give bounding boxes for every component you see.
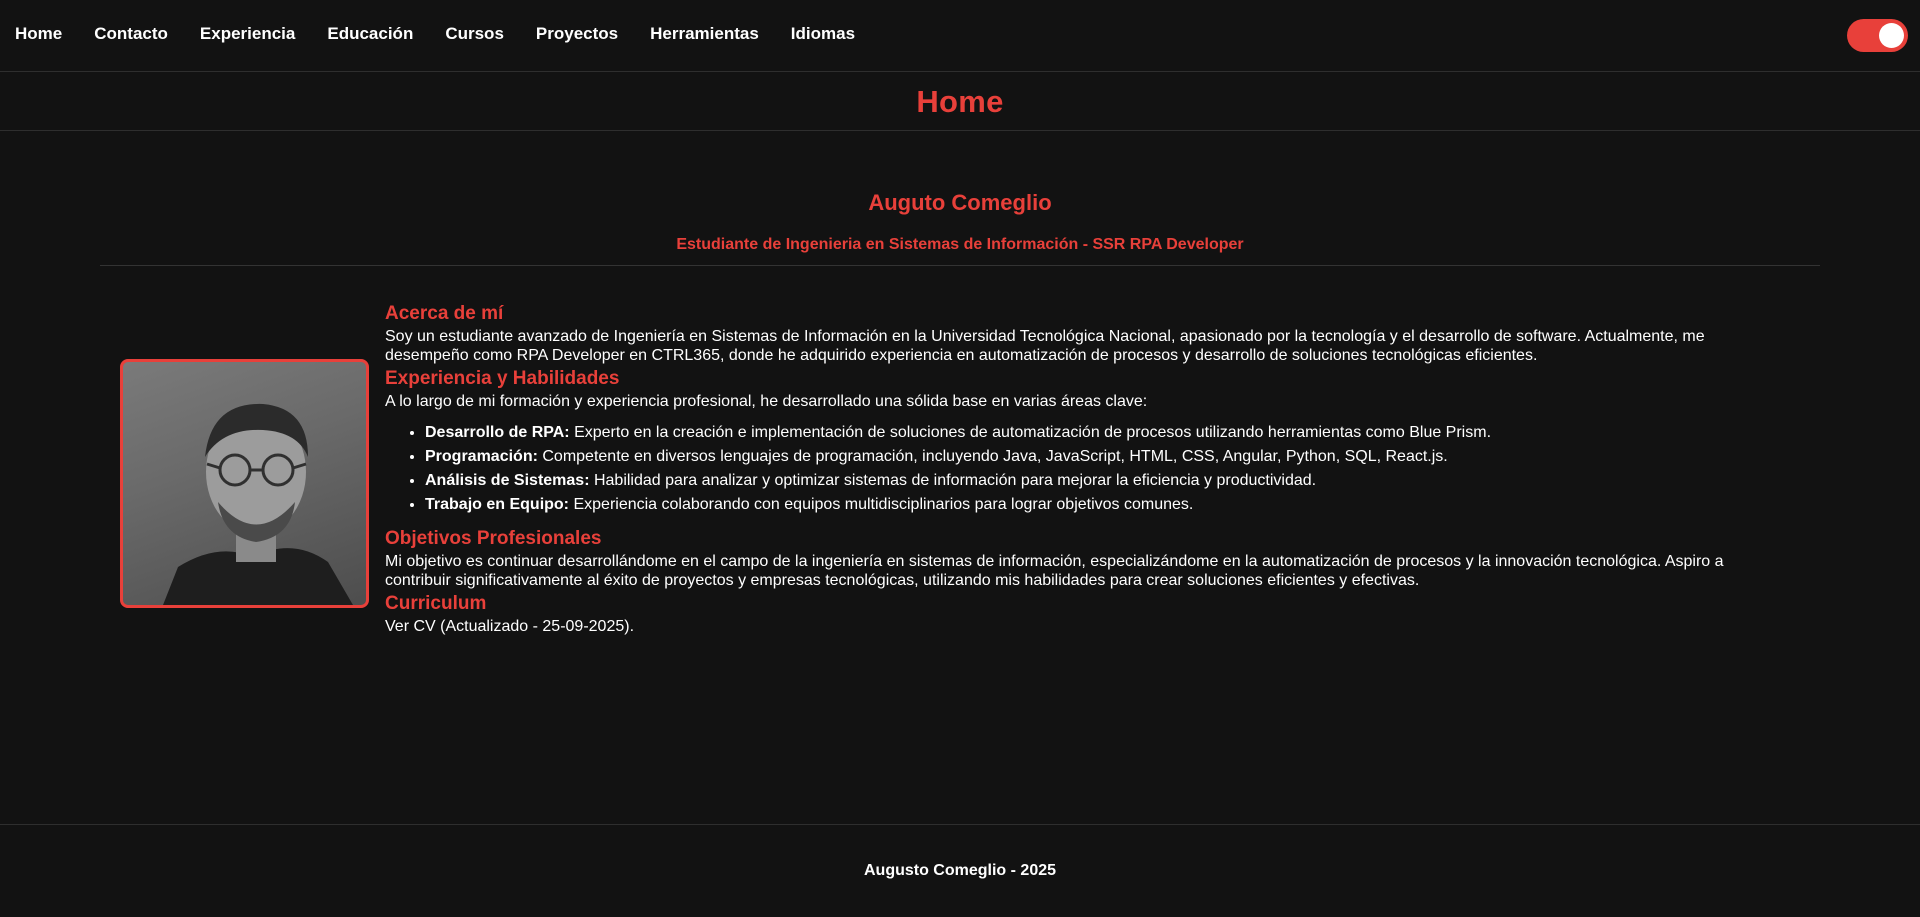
list-item: Desarrollo de RPA: Experto en la creació… <box>425 421 1755 445</box>
profile-photo-illustration <box>163 403 353 605</box>
page-header: Home <box>0 72 1920 131</box>
nav-link-cursos[interactable]: Cursos <box>445 24 504 44</box>
nav-link-educacion[interactable]: Educación <box>327 24 413 44</box>
skill-label: Programación: <box>425 448 538 465</box>
theme-toggle[interactable] <box>1847 19 1908 52</box>
nav-link-proyectos[interactable]: Proyectos <box>536 24 618 44</box>
goals-heading: Objetivos Profesionales <box>385 528 602 549</box>
page-title: Home <box>916 84 1004 119</box>
top-navigation: Home Contacto Experiencia Educación Curs… <box>0 0 1920 72</box>
toggle-knob <box>1879 23 1904 48</box>
profile-name: Auguto Comeglio <box>868 190 1052 215</box>
skill-text: Experto en la creación e implementación … <box>574 424 1492 441</box>
list-item: Programación: Competente en diversos len… <box>425 445 1755 469</box>
skill-text: Competente en diversos lenguajes de prog… <box>542 448 1448 465</box>
main-content: Acerca de mí Soy un estudiante avanzado … <box>385 300 1755 636</box>
skills-list: Desarrollo de RPA: Experto en la creació… <box>385 421 1755 517</box>
footer-text: Augusto Comeglio - 2025 <box>863 862 1057 879</box>
goals-text: Mi objetivo es continuar desarrollándome… <box>385 553 1724 589</box>
list-item: Trabajo en Equipo: Experiencia colaboran… <box>425 493 1755 517</box>
experience-heading: Experiencia y Habilidades <box>385 368 620 389</box>
nav-link-home[interactable]: Home <box>15 24 62 44</box>
skill-text: Experiencia colaborando con equipos mult… <box>573 496 1194 513</box>
skill-text: Habilidad para analizar y optimizar sist… <box>593 472 1317 489</box>
footer: Augusto Comeglio - 2025 <box>0 824 1920 917</box>
skill-label: Trabajo en Equipo: <box>425 496 570 513</box>
profile-photo <box>120 359 369 608</box>
about-text: Soy un estudiante avanzado de Ingeniería… <box>385 328 1705 364</box>
nav-link-idiomas[interactable]: Idiomas <box>791 24 855 44</box>
nav-link-herramientas[interactable]: Herramientas <box>650 24 759 44</box>
nav-link-contacto[interactable]: Contacto <box>94 24 168 44</box>
nav-links: Home Contacto Experiencia Educación Curs… <box>15 24 887 44</box>
section-divider <box>100 265 1820 266</box>
list-item: Análisis de Sistemas: Habilidad para ana… <box>425 469 1755 493</box>
profile-subtitle: Estudiante de Ingenieria en Sistemas de … <box>676 236 1244 253</box>
cv-link[interactable]: Ver CV (Actualizado - 25-09-2025). <box>385 617 1755 636</box>
cv-heading: Curriculum <box>385 593 487 614</box>
skill-label: Análisis de Sistemas: <box>425 472 590 489</box>
experience-intro: A lo largo de mi formación y experiencia… <box>385 393 1148 410</box>
nav-link-experiencia[interactable]: Experiencia <box>200 24 295 44</box>
about-heading: Acerca de mí <box>385 303 504 324</box>
skill-label: Desarrollo de RPA: <box>425 424 570 441</box>
